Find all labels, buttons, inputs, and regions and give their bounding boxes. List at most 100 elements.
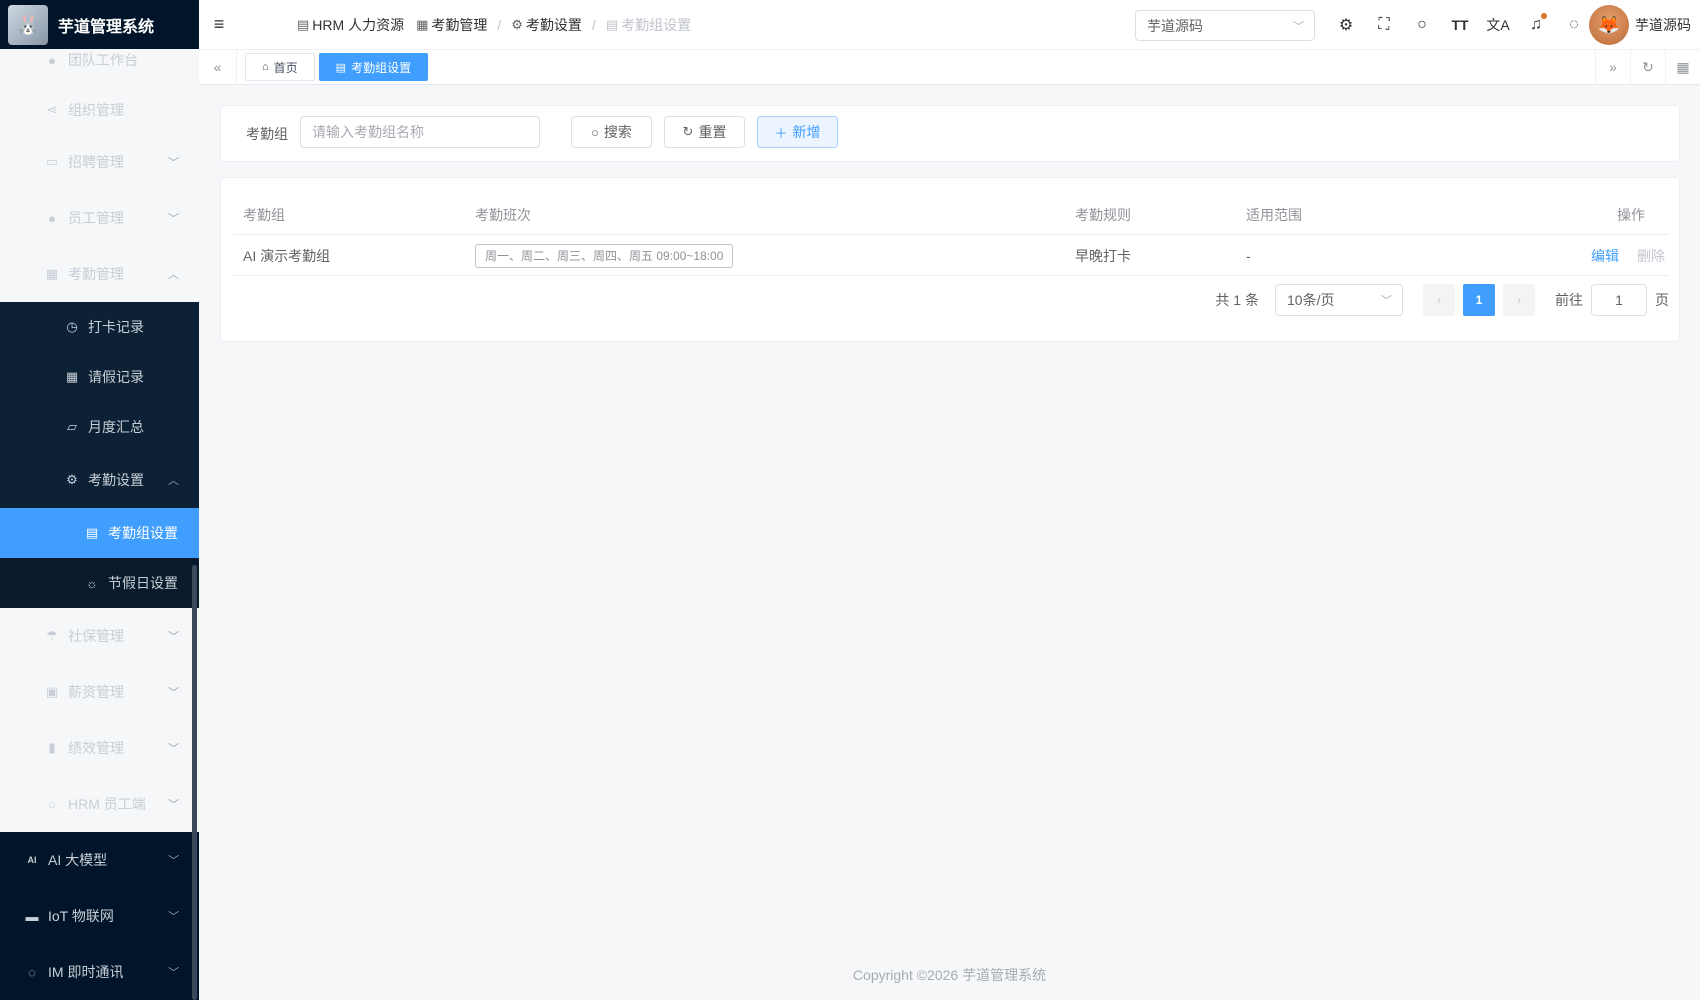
chevron-down-icon: ﹀ [168,631,179,643]
refresh-icon[interactable]: ↻ [1630,50,1665,84]
cell-actions: 编辑 删除 [1591,235,1665,276]
share-icon: ⋖ [46,102,58,117]
sidebar-item-im[interactable]: ◌ IM 即时通讯 ﹀ [0,944,199,1000]
sidebar-item-social-security[interactable]: ☂ 社保管理 ﹀ [0,608,199,664]
sidebar-item-attendance-settings[interactable]: ⚙ 考勤设置 ︿ [0,452,199,508]
tag-attendance-group-settings[interactable]: ▤ 考勤组设置 [318,53,429,81]
reset-button[interactable]: ↻ 重置 [664,116,745,148]
username: 芋道源码 [1635,17,1691,33]
page-size-select[interactable]: 10条/页 ﹀ [1275,284,1403,316]
search-input[interactable] [300,116,540,148]
sidebar-item-attendance[interactable]: ▦ 考勤管理 ︿ [0,246,199,302]
chevron-down-icon: ﹀ [168,213,179,225]
sidebar-item-label: 招聘管理 [68,154,124,170]
gear-icon: ⚙ [511,16,523,32]
table-header: 考勤组 考勤班次 考勤规则 适用范围 操作 [233,194,1669,235]
sidebar-item-iot[interactable]: ▬ IoT 物联网 ﹀ [0,888,199,944]
chevron-down-icon: ﹀ [1293,20,1304,33]
logo[interactable]: 🐰 芋道管理系统 [0,0,199,49]
cell-scope: - [1246,247,1251,264]
header-icons: ⚙ ⛶ ○ TT 文A ♫ ◌ [1327,0,1593,50]
sidebar-item-ai[interactable]: AI AI 大模型 ﹀ [0,832,199,888]
chart-icon: ▱ [67,419,77,434]
refresh-icon: ↻ [682,124,694,139]
umbrella-icon: ☂ [46,628,58,643]
sidebar-item-leave-records[interactable]: ▦ 请假记录 [0,352,199,402]
prev-page-button[interactable]: ‹ [1423,284,1455,316]
sidebar-item-attendance-group-settings[interactable]: ▤ 考勤组设置 [0,508,199,558]
column-header: 适用范围 [1246,206,1302,223]
breadcrumb: ▤ HRM 人力资源 ▦ 考勤管理 / ⚙ 考勤设置 / ▤ 考勤组设置 [297,15,691,35]
breadcrumb-separator: / [591,16,596,33]
sidebar-item-employee[interactable]: ● 员工管理 ﹀ [0,190,199,246]
chevron-down-icon: ﹀ [168,855,179,867]
chat-icon: ◌ [28,964,36,980]
next-page-button[interactable]: › [1503,284,1535,316]
sun-icon: ☼ [86,575,98,591]
building-icon: ▤ [335,61,347,74]
font-size-icon[interactable]: TT [1441,17,1479,33]
tenant-select[interactable]: 芋道源码 ﹀ [1135,10,1315,41]
chevron-down-icon: ﹀ [168,687,179,699]
grid-icon[interactable]: ▦ [1665,50,1700,84]
search-icon[interactable]: ○ [1403,16,1441,34]
calendar-icon: ▦ [416,16,429,32]
edit-link[interactable]: 编辑 [1591,246,1619,266]
sidebar-item-performance[interactable]: ▮ 绩效管理 ﹀ [0,720,199,776]
hamburger-icon[interactable]: ≡ [199,14,239,35]
breadcrumb-item[interactable]: ▤ HRM 人力资源 [297,15,404,35]
message-icon[interactable]: ◌ [1555,16,1593,34]
sidebar-item-clock-records[interactable]: ◷ 打卡记录 [0,302,199,352]
gear-icon: ⚙ [66,472,78,487]
top-header: ≡ ▤ HRM 人力资源 ▦ 考勤管理 / ⚙ 考勤设置 / ▤ 考勤组设置 芋道源码 … [199,0,1700,50]
double-chevron-left-icon[interactable]: « [199,50,237,84]
gear-icon[interactable]: ⚙ [1327,15,1365,35]
bar-chart-icon: ▮ [48,740,56,755]
page-jumper: 前往 页 [1555,284,1669,316]
user-menu[interactable]: 🦊 芋道源码 [1589,5,1691,45]
ai-icon: AI [27,855,37,865]
bell-icon[interactable]: ♫ [1517,13,1555,34]
sidebar-item-label: 打卡记录 [88,319,144,335]
cell-shift: 周一、周二、周三、周四、周五 09:00~18:00 [475,235,734,276]
sidebar-item-organization[interactable]: ⋖ 组织管理 [0,86,199,134]
sidebar-item-label: 绩效管理 [68,740,124,756]
delete-link[interactable]: 删除 [1637,246,1665,266]
chevron-up-icon: ︿ [168,475,179,487]
sidebar-scrollbar[interactable] [192,565,197,1000]
pagination: 共 1 条 10条/页 ﹀ ‹ 1 › 前往 页 [1215,284,1669,316]
building-icon: ▤ [297,16,310,32]
sidebar-item-label: 考勤管理 [68,266,124,282]
pagination-total: 共 1 条 [1215,292,1259,308]
app-title: 芋道管理系统 [58,18,155,36]
page-suffix: 页 [1655,292,1669,308]
fullscreen-icon[interactable]: ⛶ [1365,16,1403,34]
footer-copyright: Copyright ©2026 芋道管理系统 [852,967,1047,983]
sidebar-item-label: 薪资管理 [68,684,124,700]
side-menu-list: ● 团队工作台 ⋖ 组织管理 ▭ 招聘管理 ﹀ ● 员工管理 ﹀ ▦ 考勤管理 … [0,0,199,1000]
tag-home[interactable]: ⌂ 首页 [245,53,315,81]
cell-group-name: AI 演示考勤组 [243,247,331,264]
breadcrumb-item[interactable]: ⚙ 考勤设置 [511,15,582,35]
calendar-icon: ▦ [45,266,59,281]
goto-page-input[interactable] [1591,284,1647,316]
search-button[interactable]: ○ 搜索 [571,116,652,148]
user-icon: ● [48,210,56,226]
sidebar-item-label: AI 大模型 [48,852,108,868]
table-card: 考勤组 考勤班次 考勤规则 适用范围 操作 AI 演示考勤组 周一、周二、周三、… [220,177,1680,342]
add-button[interactable]: ＋ 新增 [757,116,838,148]
translate-icon[interactable]: 文A [1479,15,1517,35]
double-chevron-right-icon[interactable]: » [1595,50,1630,84]
column-header: 考勤组 [243,206,285,223]
sidebar-item-salary[interactable]: ▣ 薪资管理 ﹀ [0,664,199,720]
user-icon: ○ [48,796,56,812]
sidebar-item-hrm-employee[interactable]: ○ HRM 员工端 ﹀ [0,776,199,832]
building-icon: ▤ [85,525,99,540]
page-number[interactable]: 1 [1463,284,1495,316]
breadcrumb-item: ▤ 考勤组设置 [605,16,692,33]
sidebar-item-label: IM 即时通讯 [48,964,124,980]
sidebar-item-monthly-summary[interactable]: ▱ 月度汇总 [0,402,199,452]
sidebar-item-recruitment[interactable]: ▭ 招聘管理 ﹀ [0,134,199,190]
sidebar-item-holiday-settings[interactable]: ☼ 节假日设置 [0,558,199,608]
breadcrumb-item[interactable]: ▦ 考勤管理 [416,15,487,35]
